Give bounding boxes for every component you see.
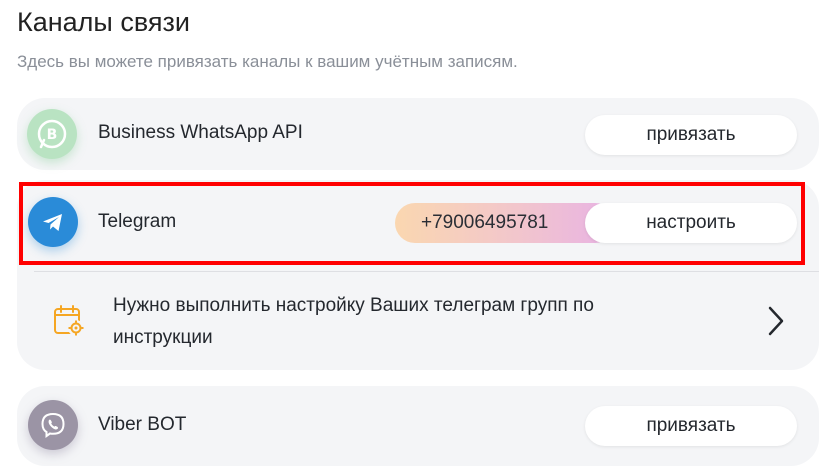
- channel-card-viber: Viber BOT привязать: [17, 386, 819, 466]
- card-divider: [34, 271, 819, 272]
- calendar-settings-icon: [51, 303, 87, 344]
- telegram-configure-button[interactable]: настроить: [585, 203, 797, 243]
- page-subtitle: Здесь вы можете привязать каналы к вашим…: [17, 52, 518, 71]
- page-title: Каналы связи: [17, 7, 190, 37]
- whatsapp-link-button[interactable]: привязать: [585, 115, 797, 155]
- channel-name-whatsapp: Business WhatsApp API: [98, 122, 303, 143]
- channel-name-viber: Viber BOT: [98, 414, 187, 435]
- channel-card-whatsapp: B Business WhatsApp API привязать: [17, 98, 819, 170]
- whatsapp-business-icon: B: [27, 109, 77, 159]
- telegram-setup-notice[interactable]: Нужно выполнить настройку Ваших телеграм…: [113, 290, 693, 354]
- telegram-icon: [28, 197, 78, 247]
- channel-card-telegram: Telegram +79006495781 настроить Нужно вы…: [17, 180, 819, 370]
- viber-link-button[interactable]: привязать: [585, 406, 797, 446]
- chevron-right-icon[interactable]: [765, 304, 787, 343]
- telegram-phone-badge: +79006495781: [395, 203, 615, 243]
- channel-name-telegram: Telegram: [98, 211, 177, 232]
- viber-icon: [28, 400, 78, 450]
- channels-page: Каналы связи Здесь вы можете привязать к…: [0, 0, 819, 475]
- svg-text:B: B: [47, 127, 58, 143]
